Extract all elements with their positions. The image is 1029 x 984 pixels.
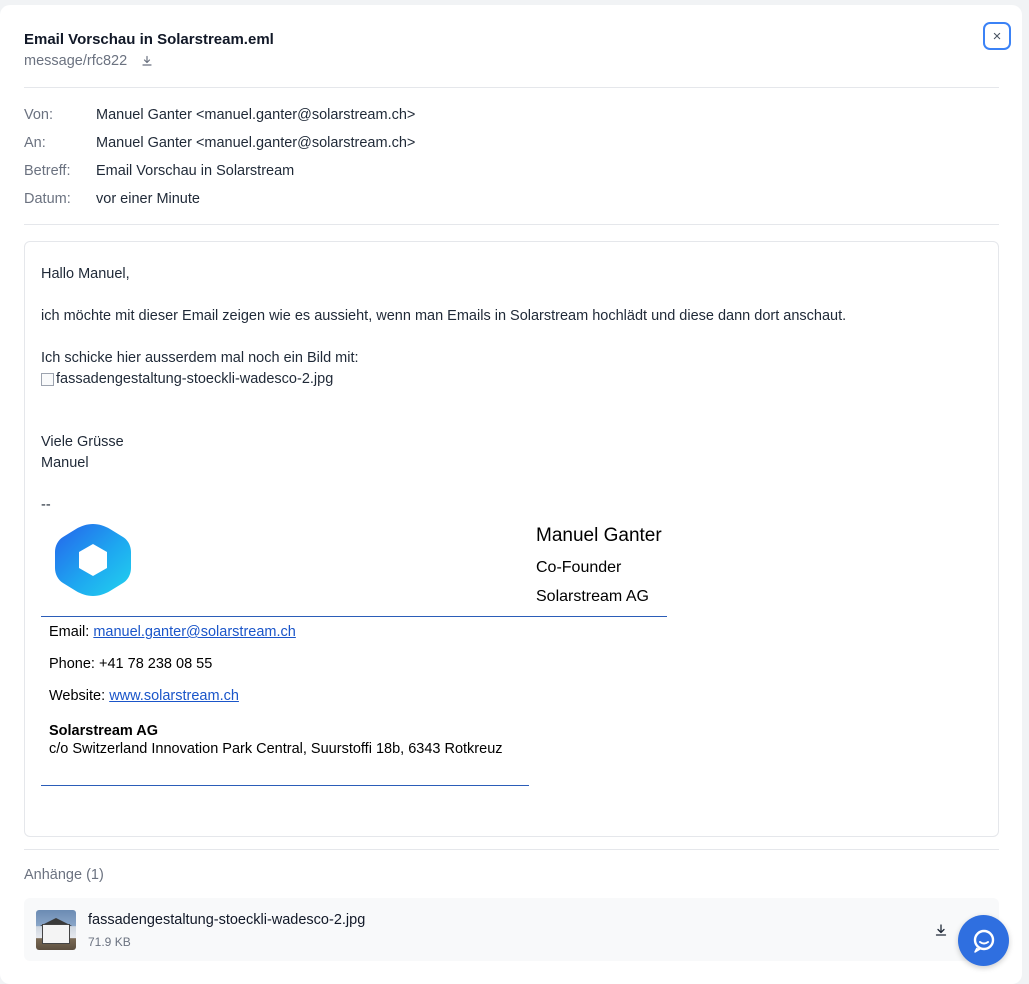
website-label: Website: [49,688,106,704]
attachments-divider [24,849,999,850]
meta-value: vor einer Minute [96,191,200,207]
email-meta: Von: Manuel Ganter <manuel.ganter@solars… [24,101,999,213]
chat-button[interactable] [958,915,1009,966]
meta-row-date: Datum: vor einer Minute [24,185,999,213]
close-button[interactable]: × [983,22,1011,50]
website-link[interactable]: www.solarstream.ch [109,688,239,704]
inline-image: fassadengestaltung-stoeckli-wadesco-2.jp… [41,369,333,390]
email-body: Hallo Manuel, ich möchte mit dieser Emai… [24,241,999,837]
chat-icon [973,929,994,953]
body-signoff: Manuel [41,455,89,471]
email-label: Email: [49,624,90,640]
meta-row-subject: Betreff: Email Vorschau in Solarstream [24,157,999,185]
signature-company: Solarstream AG [536,588,649,605]
body-paragraph: ich möchte mit dieser Email zeigen wie e… [41,308,847,324]
mime-type: message/rfc822 [24,53,128,69]
header-divider [24,87,999,88]
meta-label: An: [24,135,46,151]
signature-website-row: Website: www.solarstream.ch [49,688,239,704]
meta-row-to: An: Manuel Ganter <manuel.ganter@solarst… [24,129,999,157]
attachment-item[interactable]: fassadengestaltung-stoeckli-wadesco-2.jp… [24,898,999,961]
signature-address: c/o Switzerland Innovation Park Central,… [49,741,503,757]
meta-label: Datum: [24,191,71,207]
signature-separator: -- [41,497,51,513]
meta-row-from: Von: Manuel Ganter <manuel.ganter@solars… [24,101,999,129]
phone-label: Phone: [49,656,95,672]
signature-rule-bottom [41,785,529,786]
broken-image-icon [41,373,54,386]
close-icon: × [992,27,1002,45]
signature-company-bold: Solarstream AG [49,723,159,739]
signature-name: Manuel Ganter [536,525,662,546]
signature-email-row: Email: manuel.ganter@solarstream.ch [49,624,296,640]
signature-rule [41,616,667,617]
attachment-thumbnail [36,910,76,950]
meta-divider [24,224,999,225]
attachment-name: fassadengestaltung-stoeckli-wadesco-2.jp… [88,912,366,928]
meta-value: Email Vorschau in Solarstream [96,163,295,179]
phone-value: +41 78 238 08 55 [99,656,213,672]
meta-value: Manuel Ganter <manuel.ganter@solarstream… [96,107,416,123]
attachments-title: Anhänge (1) [24,867,104,883]
email-preview-modal: × Email Vorschau in Solarstream.eml mess… [0,5,1022,984]
download-icon[interactable] [141,55,153,67]
attachment-size: 71.9 KB [88,935,131,949]
mime-type-row: message/rfc822 [24,53,153,69]
email-link[interactable]: manuel.ganter@solarstream.ch [93,624,296,640]
solarstream-logo [55,524,131,596]
body-greeting: Hallo Manuel, [41,266,130,282]
inline-image-alt: fassadengestaltung-stoeckli-wadesco-2.jp… [56,371,334,387]
file-title: Email Vorschau in Solarstream.eml [24,31,274,48]
signature-role: Co-Founder [536,559,622,576]
meta-label: Von: [24,107,54,123]
signature-phone-row: Phone: +41 78 238 08 55 [49,656,212,672]
meta-label: Betreff: [24,163,71,179]
meta-value: Manuel Ganter <manuel.ganter@solarstream… [96,135,416,151]
download-icon[interactable] [934,923,948,937]
body-closing: Viele Grüsse [41,434,124,450]
body-image-intro: Ich schicke hier ausserdem mal noch ein … [41,350,359,366]
